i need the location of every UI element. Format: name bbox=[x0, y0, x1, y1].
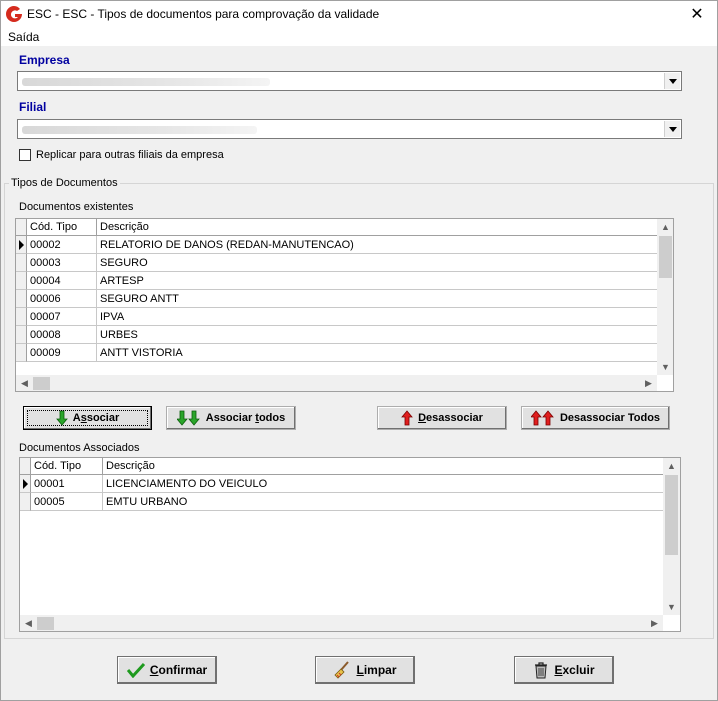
scrollbar-thumb[interactable] bbox=[33, 377, 50, 390]
confirmar-label-rest: onfirmar bbox=[158, 663, 208, 677]
column-header-descricao[interactable]: Descrição bbox=[97, 219, 658, 236]
vertical-scrollbar[interactable]: ▲ ▼ bbox=[657, 219, 673, 375]
cell-descricao: LICENCIAMENTO DO VEICULO bbox=[103, 475, 665, 493]
documentos-existentes-label: Documentos existentes bbox=[19, 201, 134, 213]
column-header-cod-tipo[interactable]: Cód. Tipo bbox=[27, 219, 97, 236]
horizontal-scrollbar[interactable]: ◀ ▶ bbox=[20, 615, 663, 631]
desassociar-label-rest: esassociar bbox=[426, 412, 483, 424]
filial-combobox[interactable] bbox=[17, 119, 682, 139]
column-header-cod-tipo[interactable]: Cód. Tipo bbox=[31, 458, 103, 475]
app-logo-icon bbox=[6, 6, 22, 22]
scrollbar-thumb[interactable] bbox=[37, 617, 54, 630]
row-indicator bbox=[16, 254, 27, 272]
cell-descricao: URBES bbox=[97, 326, 658, 344]
cell-descricao: SEGURO bbox=[97, 254, 658, 272]
menu-bar: Saída bbox=[1, 28, 717, 46]
row-indicator bbox=[16, 290, 27, 308]
scroll-left-icon[interactable]: ◀ bbox=[25, 618, 32, 629]
filial-value-redacted bbox=[22, 126, 257, 134]
tipos-documentos-title: Tipos de Documentos bbox=[9, 177, 120, 189]
empresa-value-redacted bbox=[22, 78, 270, 86]
empresa-combobox[interactable] bbox=[17, 71, 682, 91]
horizontal-scrollbar[interactable]: ◀ ▶ bbox=[16, 375, 657, 391]
title-bar: ESC - ESC - Tipos de documentos para com… bbox=[1, 1, 717, 28]
excluir-label-e: E bbox=[554, 663, 563, 677]
limpar-button[interactable]: Limpar bbox=[315, 656, 415, 684]
empresa-label: Empresa bbox=[19, 53, 70, 67]
limpar-label-l: L bbox=[356, 663, 364, 677]
menu-item-saida[interactable]: Saída bbox=[8, 30, 39, 44]
main-window: ESC - ESC - Tipos de documentos para com… bbox=[0, 0, 718, 701]
row-indicator bbox=[16, 326, 27, 344]
cell-cod-tipo: 00002 bbox=[27, 236, 97, 254]
row-selector-icon bbox=[16, 236, 27, 254]
scroll-down-icon[interactable]: ▼ bbox=[667, 602, 676, 612]
red-up-arrow-icon bbox=[401, 410, 413, 426]
replicar-checkbox[interactable] bbox=[19, 149, 31, 161]
column-header-descricao[interactable]: Descrição bbox=[103, 458, 665, 475]
trash-icon bbox=[535, 662, 548, 679]
green-check-icon bbox=[126, 662, 145, 678]
window-title: ESC - ESC - Tipos de documentos para com… bbox=[27, 7, 380, 21]
scrollbar-thumb[interactable] bbox=[659, 236, 672, 278]
scroll-up-icon[interactable]: ▲ bbox=[667, 461, 676, 471]
associar-label-s: s bbox=[80, 412, 87, 424]
row-indicator bbox=[16, 308, 27, 326]
desassociar-label-d: D bbox=[418, 412, 427, 424]
cell-cod-tipo: 00001 bbox=[31, 475, 103, 493]
green-down-arrow-icon bbox=[55, 410, 68, 426]
cell-cod-tipo: 00006 bbox=[27, 290, 97, 308]
chevron-down-icon[interactable] bbox=[664, 73, 680, 89]
grid-corner bbox=[16, 219, 27, 236]
scroll-right-icon[interactable]: ▶ bbox=[651, 618, 658, 629]
filial-label: Filial bbox=[19, 100, 47, 114]
associar-todos-label-a: Associar bbox=[205, 412, 256, 424]
desassociar-todos-label: Desassociar Todos bbox=[559, 412, 661, 424]
vertical-scrollbar[interactable]: ▲ ▼ bbox=[663, 458, 680, 615]
cell-descricao: RELATORIO DE DANOS (REDAN-MANUTENCAO) bbox=[97, 236, 658, 254]
grid-corner bbox=[20, 458, 31, 475]
double-red-up-arrow-icon bbox=[530, 410, 554, 426]
broom-icon bbox=[334, 661, 350, 679]
scroll-left-icon[interactable]: ◀ bbox=[21, 378, 28, 389]
row-selector-icon bbox=[20, 475, 31, 493]
cell-cod-tipo: 00009 bbox=[27, 344, 97, 362]
cell-cod-tipo: 00008 bbox=[27, 326, 97, 344]
documentos-associados-label: Documentos Associados bbox=[19, 442, 140, 454]
scroll-up-icon[interactable]: ▲ bbox=[661, 222, 670, 232]
cell-cod-tipo: 00003 bbox=[27, 254, 97, 272]
cell-descricao: IPVA bbox=[97, 308, 658, 326]
cell-descricao: EMTU URBANO bbox=[103, 493, 665, 511]
desassociar-todos-button[interactable]: Desassociar Todos bbox=[521, 406, 670, 430]
cell-cod-tipo: 00004 bbox=[27, 272, 97, 290]
excluir-label-rest: xcluir bbox=[562, 663, 595, 677]
row-indicator bbox=[16, 344, 27, 362]
desassociar-button[interactable]: Desassociar bbox=[377, 406, 507, 430]
excluir-button[interactable]: Excluir bbox=[514, 656, 614, 684]
cell-cod-tipo: 00007 bbox=[27, 308, 97, 326]
cell-descricao: SEGURO ANTT bbox=[97, 290, 658, 308]
associar-todos-label-rest: odos bbox=[258, 412, 286, 424]
row-indicator bbox=[16, 272, 27, 290]
documentos-existentes-grid[interactable]: Cód. Tipo Descrição 00002 RELATORIO DE D… bbox=[15, 218, 674, 392]
documentos-associados-grid[interactable]: Cód. Tipo Descrição 00001 LICENCIAMENTO … bbox=[19, 457, 681, 632]
cell-descricao: ARTESP bbox=[97, 272, 658, 290]
associar-label-rest: sociar bbox=[86, 412, 120, 424]
associar-label-a: A bbox=[72, 412, 81, 424]
scroll-down-icon[interactable]: ▼ bbox=[661, 362, 670, 372]
chevron-down-icon[interactable] bbox=[664, 121, 680, 137]
confirmar-button[interactable]: Confirmar bbox=[117, 656, 217, 684]
replicar-label[interactable]: Replicar para outras filiais da empresa bbox=[36, 149, 224, 161]
row-indicator bbox=[20, 493, 31, 511]
associar-todos-button[interactable]: Associar todos bbox=[166, 406, 296, 430]
scrollbar-thumb[interactable] bbox=[665, 475, 678, 555]
scroll-right-icon[interactable]: ▶ bbox=[645, 378, 652, 389]
limpar-label-rest: impar bbox=[363, 663, 397, 677]
associar-button[interactable]: Associar bbox=[23, 406, 152, 430]
double-green-down-arrow-icon bbox=[176, 410, 200, 426]
cell-descricao: ANTT VISTORIA bbox=[97, 344, 658, 362]
close-button[interactable]: ✕ bbox=[677, 1, 717, 28]
cell-cod-tipo: 00005 bbox=[31, 493, 103, 511]
